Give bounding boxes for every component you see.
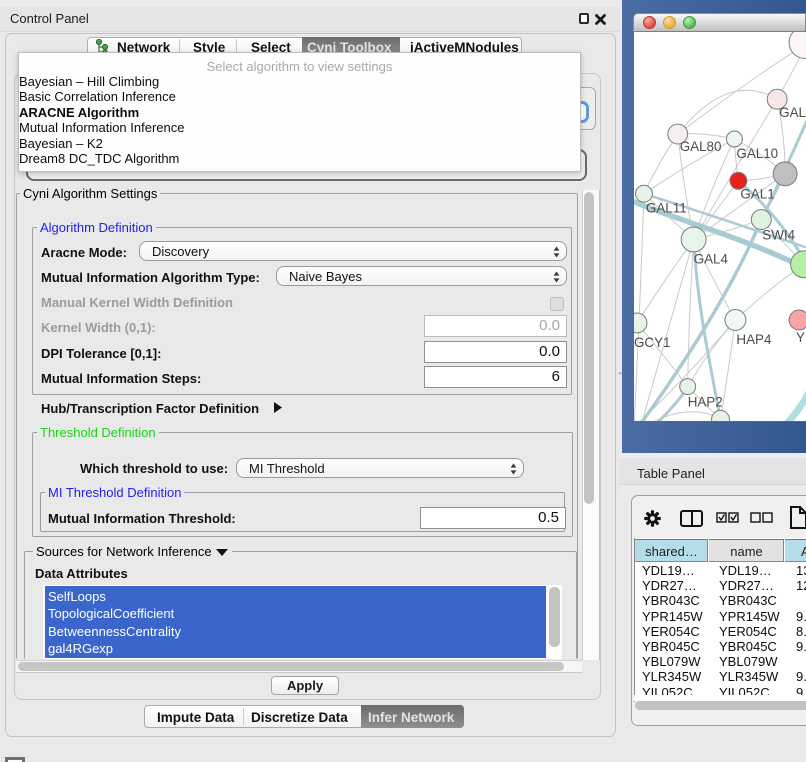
svg-text:Y: Y: [796, 330, 805, 345]
svg-text:GAL4: GAL4: [694, 251, 729, 266]
svg-text:GAL10: GAL10: [736, 146, 778, 161]
svg-text:GAL1: GAL1: [740, 187, 774, 202]
svg-text:GAL80: GAL80: [680, 139, 722, 154]
svg-text:HAP4: HAP4: [736, 332, 772, 347]
svg-text:SWI4: SWI4: [762, 227, 795, 242]
svg-text:GAL11: GAL11: [646, 201, 687, 216]
svg-text:GAL: GAL: [779, 105, 806, 120]
svg-text:HAP2: HAP2: [688, 394, 723, 409]
svg-text:GCY1: GCY1: [634, 335, 671, 350]
